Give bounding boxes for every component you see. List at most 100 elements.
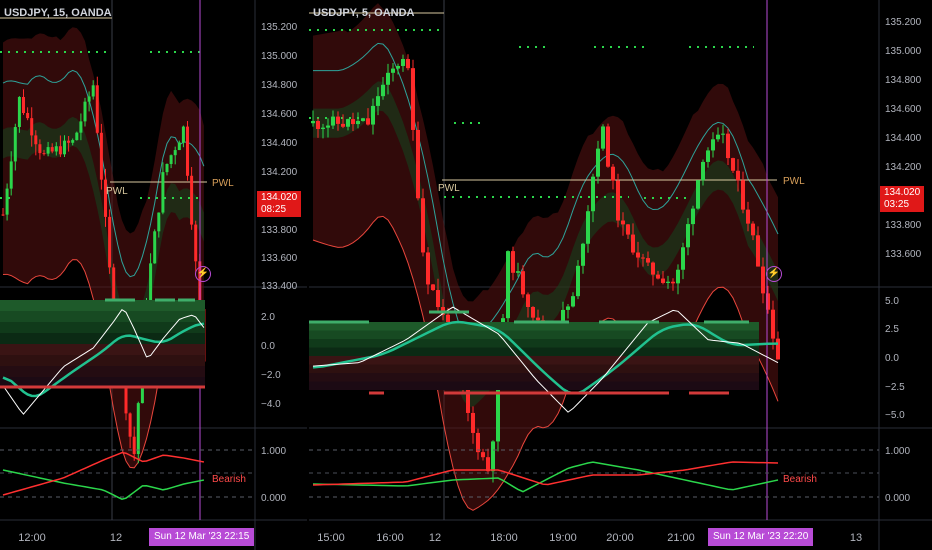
indicator-tick-label: 0.000 [261,493,286,504]
candle-body [486,457,490,472]
candle-body [67,140,71,143]
candle-body [165,163,169,173]
left-price-badge: 134.020 08:25 [257,191,302,217]
candle-body [5,188,9,215]
candle-body [466,386,470,413]
right-chart-canvas[interactable]: 135.200 135.000 134.800 134.600 134.400 134.2… [309,0,932,550]
candle-body [661,278,665,283]
candle-body [186,126,189,176]
left-chart-canvas[interactable]: 135.200 135.000 134.800 134.600 134.400 134.2… [0,0,307,550]
price-tick-label: 133.600 [261,253,298,264]
candle-body [696,180,700,209]
price-tick-label: 134.600 [885,104,922,115]
indicator-tick-label: 1.000 [885,446,910,457]
candle-body [651,262,655,275]
candle-body [50,147,54,152]
candle-body [621,220,625,225]
candle-body [411,68,415,130]
candle-body [83,101,87,122]
candle-body [9,161,13,189]
oscillator-zone-band [0,311,205,322]
time-axis-label: 20:00 [606,532,634,544]
price-tick-label: 133.600 [885,249,922,260]
bollinger-band-fill [3,27,204,468]
candle-body [58,146,62,155]
oscillator-zone-band [309,339,759,348]
candle-body [681,247,685,270]
right-pwl-label-right: PWL [783,176,805,187]
right-lightning-icon[interactable]: ⚡ [766,266,782,282]
candle-body [63,140,66,155]
oscillator-zone-band [309,381,759,390]
candle-body [316,121,320,129]
candle-body [95,85,99,133]
candle-body [181,126,185,143]
price-tick-label: 134.800 [261,80,298,91]
candle-body [128,413,132,437]
candle-body [631,234,635,253]
right-time-badge: Sun 12 Mar '23 22:20 [708,528,814,546]
right-price-badge-countdown: 03:25 [884,199,910,210]
time-axis-label: 13 [850,532,862,544]
candle-body [676,269,680,284]
candle-body [108,216,112,268]
oscillator-tick-label: −2.0 [261,370,281,381]
left-chart-title: USDJPY, 15, OANDA [4,7,112,19]
bear-strength-line [312,461,779,486]
oscillator-tick-label: 5.0 [885,296,899,307]
price-tick-label: 133.800 [261,225,298,236]
time-axis-label: 12 [429,532,441,544]
time-axis-label: 19:00 [549,532,577,544]
candle-body [671,281,675,284]
left-chart-pane[interactable]: 135.200 135.000 134.800 134.600 134.400 134.2… [0,0,307,550]
candle-body [776,338,780,360]
candle-body [38,144,42,154]
candle-body [576,265,580,297]
candle-body [731,158,735,171]
candle-body [371,105,375,125]
candle-body [521,271,525,295]
price-tick-label: 135.000 [885,46,922,57]
candle-body [626,224,630,235]
indicator-tick-label: 1.000 [261,446,286,457]
left-lightning-icon[interactable]: ⚡ [195,266,211,282]
candle-body [641,257,645,259]
oscillator-zone-band [0,333,205,344]
candle-body [42,153,46,155]
candle-body [566,306,570,310]
left-bearish-label: Bearish [212,474,246,485]
candle-body [646,258,650,263]
oscillator-zone-band [0,322,205,333]
candle-body [721,133,725,135]
candle-body [17,97,21,128]
time-axis-label: 21:00 [667,532,695,544]
candle-body [34,135,38,145]
oscillator-tick-label: 2.5 [885,324,899,335]
oscillator-zone-band [0,366,205,377]
candle-body [611,166,615,181]
right-chart-pane[interactable]: 135.200 135.000 134.800 134.600 134.400 134.2… [309,0,932,550]
indicator-tick-label: 0.000 [885,493,910,504]
candle-body [606,126,610,167]
candle-body [381,84,385,97]
candle-body [26,112,30,119]
candle-body [656,274,660,279]
candle-body [391,68,395,73]
left-pwl-label: PWL [106,186,128,197]
candle-body [346,119,350,127]
oscillator-tick-label: −4.0 [261,399,281,410]
candle-body [691,208,695,225]
oscillator-tick-label: 0.0 [261,341,275,352]
candle-body [361,118,365,121]
right-pwl-label: PWL [438,183,460,194]
candle-body [46,147,50,154]
candle-body [401,58,405,66]
time-axis-label: 15:00 [317,532,345,544]
candle-body [471,412,475,433]
candle-body [596,148,600,177]
candle-body [336,116,340,124]
oscillator-zone-band [0,355,205,366]
candle-body [536,317,540,321]
candle-body [511,251,515,273]
price-tick-label: 135.000 [261,51,298,62]
